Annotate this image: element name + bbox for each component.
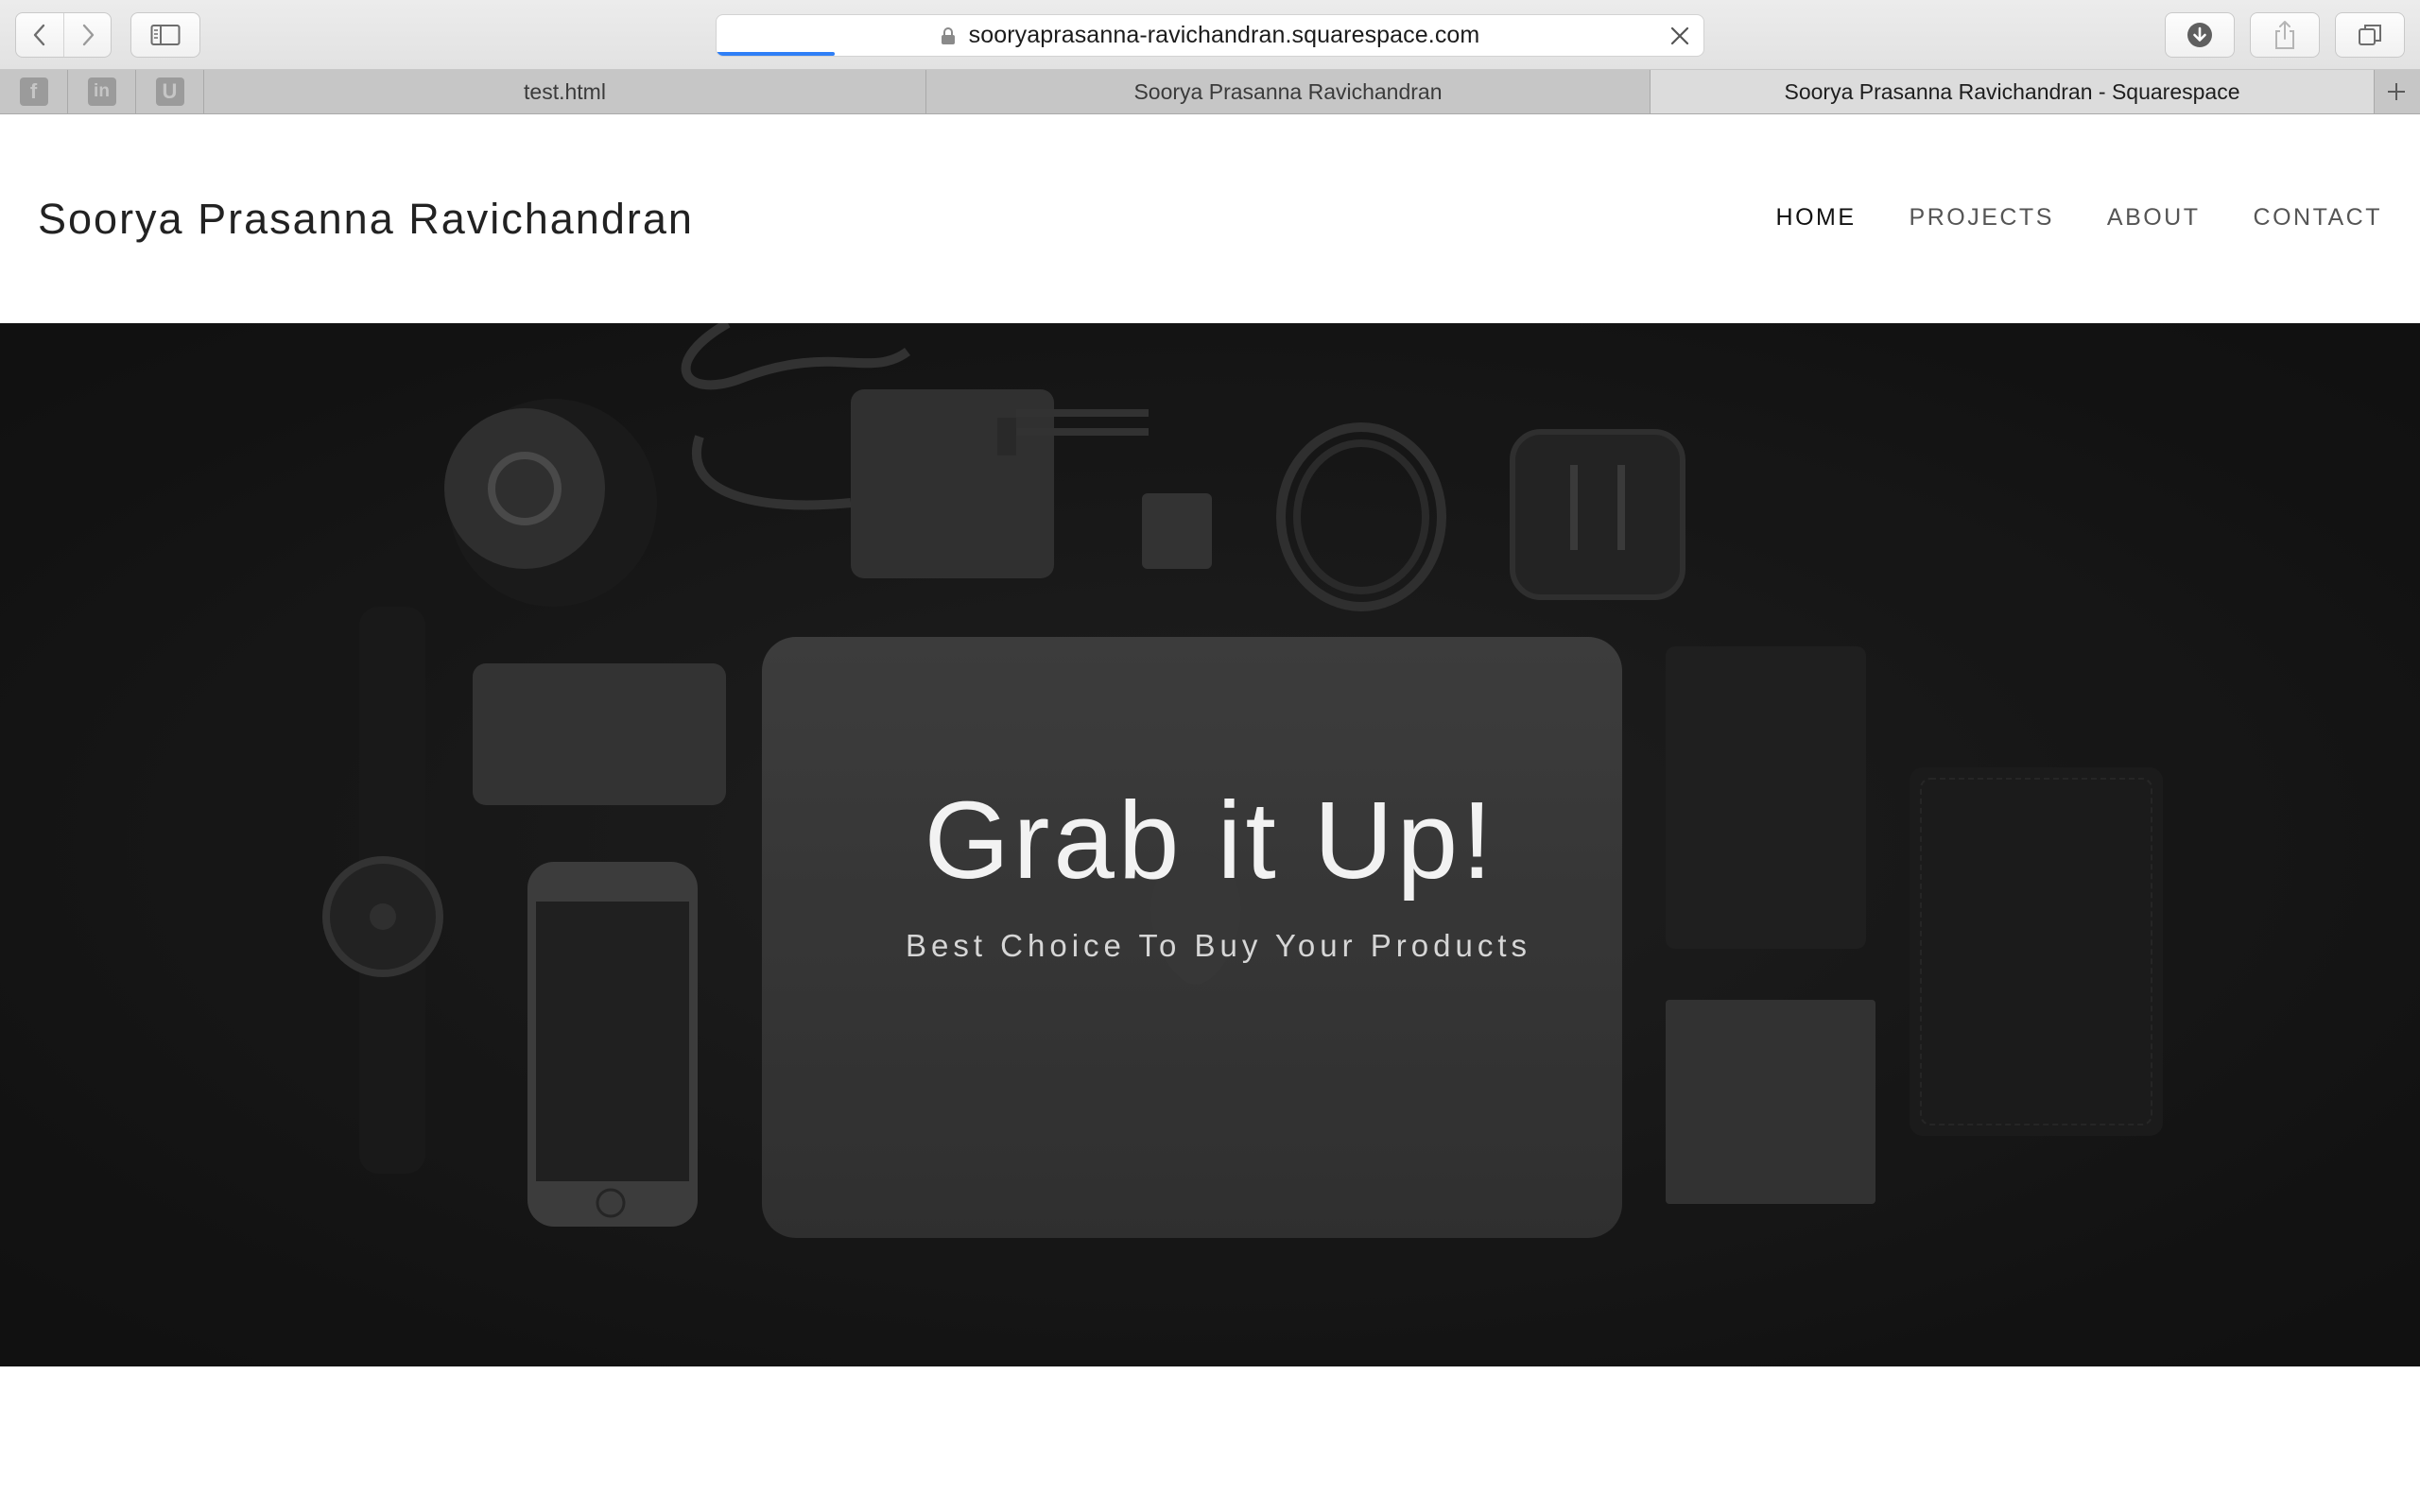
show-all-tabs-button[interactable]: [2335, 12, 2405, 58]
forward-button[interactable]: [63, 13, 111, 57]
hero-subtitle-text: Best Choice To Buy Your Products: [905, 928, 1532, 963]
hero-title: Grab it Up!: [924, 779, 1496, 902]
share-button[interactable]: [2250, 12, 2320, 58]
pinned-tab-linkedin[interactable]: in: [68, 70, 136, 113]
pinned-tab-facebook[interactable]: f: [0, 70, 68, 113]
nav-projects[interactable]: PROJECTS: [1910, 204, 2054, 232]
hero-banner: Grab it Up! Best Choice To Buy Your Prod…: [0, 323, 2420, 1366]
upwork-icon: U: [155, 77, 184, 106]
lock-icon: [941, 26, 955, 44]
site-title[interactable]: Soorya Prasanna Ravichandran: [38, 195, 694, 244]
sidebar-icon: [150, 25, 181, 45]
address-url: sooryaprasanna-ravichandran.squarespace.…: [968, 22, 1480, 48]
sidebar-toggle-button[interactable]: [130, 12, 200, 58]
hero-text-overlay: Grab it Up! Best Choice To Buy Your Prod…: [0, 323, 2420, 1366]
linkedin-icon: in: [87, 77, 116, 106]
hero-subtitle: Best Choice To Buy Your Products: [0, 928, 2420, 964]
tab-test-html[interactable]: test.html: [204, 70, 926, 113]
tab-label: Soorya Prasanna Ravichandran - Squarespa…: [1784, 78, 2240, 104]
new-tab-button[interactable]: [2375, 70, 2418, 113]
share-icon: [2275, 21, 2294, 49]
stop-loading-icon[interactable]: [1668, 24, 1692, 48]
chevron-right-icon: [82, 24, 94, 46]
facebook-icon: f: [19, 77, 48, 106]
plus-icon: [2388, 83, 2405, 100]
tab-portfolio[interactable]: Soorya Prasanna Ravichandran: [926, 70, 1651, 113]
tab-label: test.html: [524, 78, 606, 104]
tab-bar: f in U test.html Soorya Prasanna Ravicha…: [0, 70, 2420, 114]
page-content-below-hero: [0, 1366, 2420, 1512]
pinned-tab-upwork[interactable]: U: [136, 70, 204, 113]
navigation-buttons: [15, 12, 112, 58]
browser-toolbar: sooryaprasanna-ravichandran.squarespace.…: [0, 0, 2420, 70]
tab-squarespace-active[interactable]: Soorya Prasanna Ravichandran - Squarespa…: [1651, 70, 2375, 113]
nav-contact[interactable]: CONTACT: [2254, 204, 2382, 232]
site-header: Soorya Prasanna Ravichandran HOME PROJEC…: [0, 114, 2420, 323]
download-icon: [2187, 23, 2212, 47]
address-bar[interactable]: sooryaprasanna-ravichandran.squarespace.…: [716, 14, 1704, 57]
chevron-left-icon: [33, 24, 45, 46]
page-load-progress-bar: [717, 52, 835, 56]
tab-label: Soorya Prasanna Ravichandran: [1133, 78, 1443, 104]
site-navigation: HOME PROJECTS ABOUT CONTACT: [1776, 204, 2382, 232]
nav-home[interactable]: HOME: [1776, 204, 1857, 232]
downloads-button[interactable]: [2165, 12, 2235, 58]
nav-about[interactable]: ABOUT: [2107, 204, 2201, 232]
tabs-overview-icon: [2359, 25, 2381, 45]
back-button[interactable]: [16, 13, 63, 57]
